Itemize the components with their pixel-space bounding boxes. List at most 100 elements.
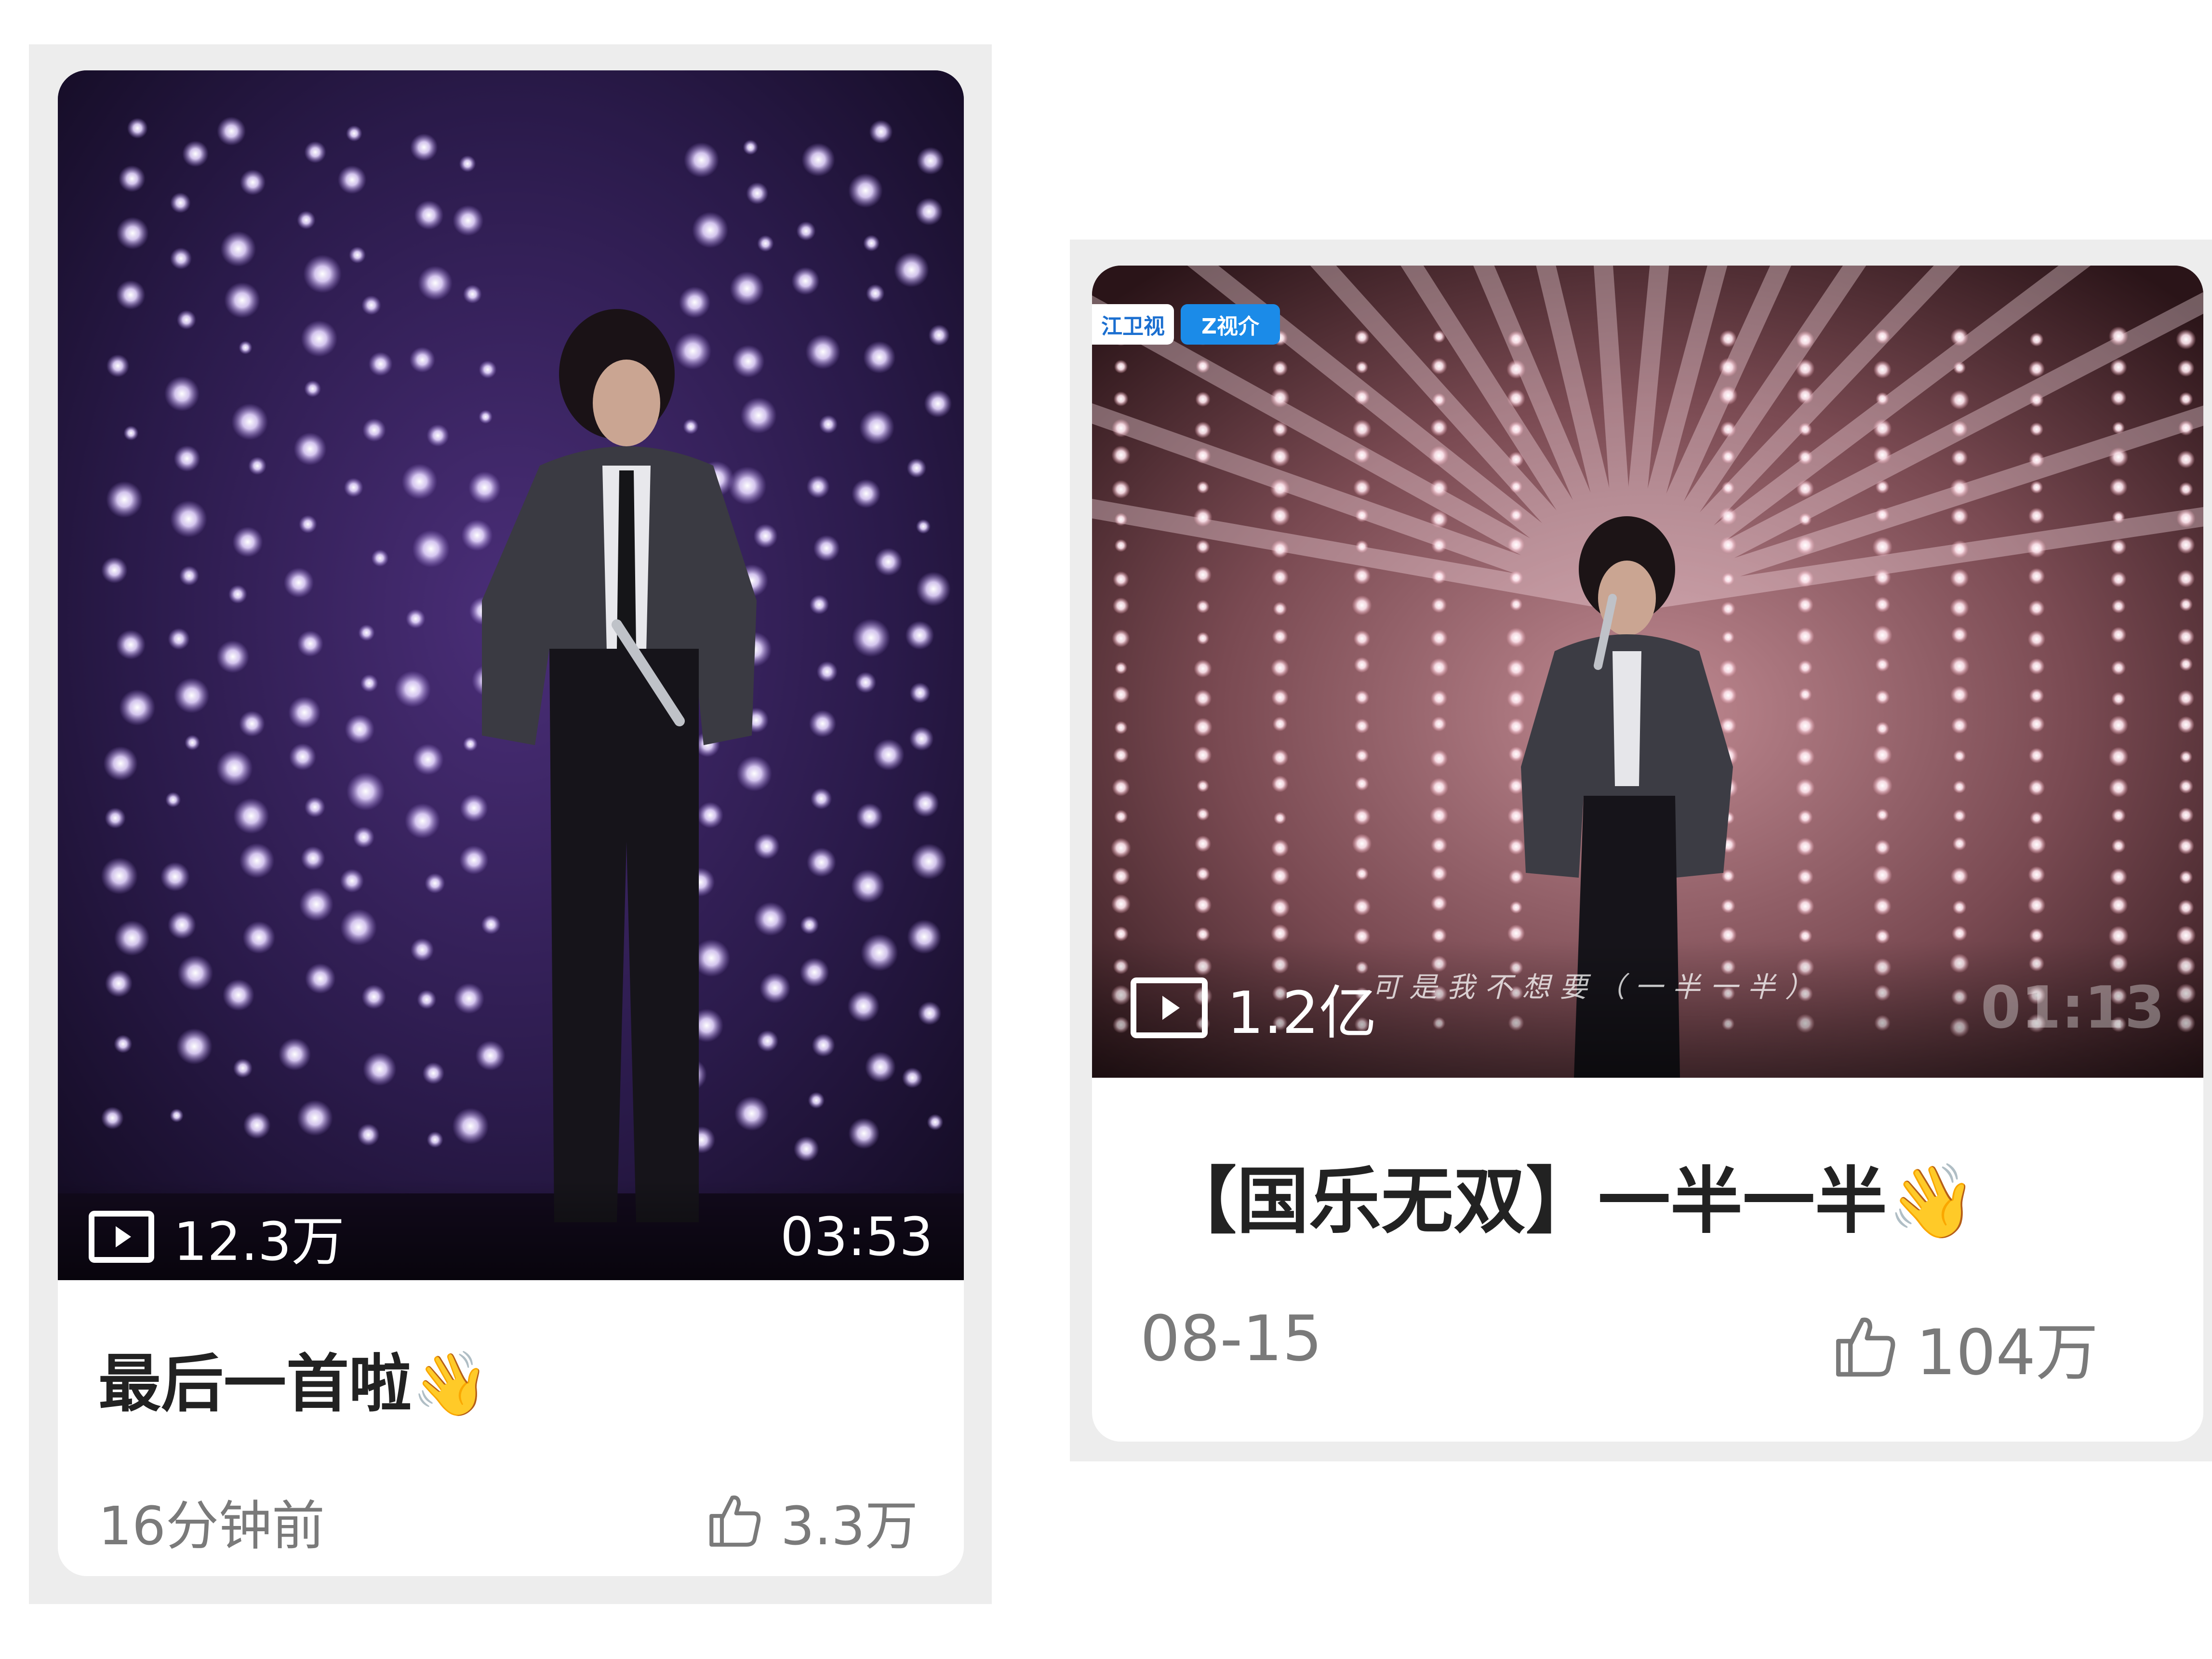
stage-light (452, 1108, 489, 1145)
stage-light (1196, 779, 1210, 792)
stage-light (1796, 748, 1815, 767)
stage-light (1193, 718, 1213, 737)
stage-light (173, 445, 200, 472)
stage-light (349, 246, 366, 264)
stage-light (101, 1107, 124, 1130)
video-title[interactable]: 最后一首啦👋 (98, 1333, 490, 1424)
stage-light (216, 640, 250, 673)
stage-light (1796, 331, 1814, 349)
stage-light (1953, 749, 1966, 763)
stage-light (453, 983, 485, 1014)
stage-light (1114, 810, 1128, 824)
stage-light (1196, 927, 1210, 942)
stage-light (409, 347, 435, 373)
stage-light (228, 585, 247, 604)
stage-light (459, 845, 489, 875)
stage-light (874, 548, 903, 576)
stage-light (168, 910, 196, 939)
stage-light (674, 332, 712, 370)
stage-light (1355, 508, 1369, 522)
stage-light (1431, 597, 1447, 613)
stage-light (1430, 358, 1448, 375)
stage-light (791, 267, 820, 295)
stage-light (357, 1124, 380, 1146)
stage-light (353, 826, 374, 848)
stage-light (114, 920, 150, 956)
stage-light (185, 735, 200, 750)
stage-light (918, 1001, 942, 1025)
stage-light (1352, 419, 1372, 439)
stage-light (2177, 536, 2195, 554)
stage-light (1196, 807, 1210, 821)
video-card-2[interactable]: 江卫视 Z视介 可是我不想要（一半一半） 1.2亿 01:13 【国乐无双】一半… (1092, 266, 2203, 1442)
stage-light (303, 254, 342, 294)
thumbs-up-icon (709, 1495, 761, 1547)
stage-light (855, 671, 877, 693)
thumbnail-overlay-1: 12.3万 03:53 (58, 1203, 964, 1272)
stage-light (103, 746, 138, 781)
video-card-1[interactable]: 12.3万 03:53 最后一首啦👋 16分钟前 3.3万 (58, 70, 964, 1576)
stage-light (1430, 510, 1448, 528)
stage-light (2030, 481, 2043, 494)
stage-light (912, 790, 939, 817)
stage-light (2028, 508, 2045, 524)
stage-light (1355, 361, 1369, 374)
stage-light (1195, 391, 1211, 407)
stage-light (1796, 535, 1815, 555)
play-icon (89, 1211, 154, 1263)
view-count: 12.3万 (173, 1211, 345, 1272)
stage-light (806, 847, 836, 877)
stage-light (1951, 449, 1968, 467)
stage-light (732, 345, 765, 378)
stage-light (2029, 392, 2044, 407)
stage-light (410, 938, 434, 962)
stage-light (418, 266, 453, 301)
stage-light (893, 252, 929, 288)
stage-light (1113, 571, 1129, 588)
stage-light (1950, 598, 1969, 617)
stage-light (304, 141, 326, 163)
stage-light (301, 320, 338, 357)
stage-light (1951, 420, 1968, 437)
stage-light (1507, 838, 1525, 855)
stage-light (475, 1040, 506, 1071)
stage-light (1876, 392, 1889, 406)
video-thumbnail-2[interactable]: 江卫视 Z视介 可是我不想要（一半一半） 1.2亿 01:13 (1092, 266, 2203, 1078)
video-title[interactable]: 【国乐无双】一半一半👋 (1164, 1143, 1977, 1247)
stage-light (170, 247, 192, 269)
stage-light (168, 628, 190, 650)
like-button[interactable]: 3.3万 (704, 1483, 918, 1560)
stage-light (697, 802, 723, 829)
like-button[interactable]: 104万 (1829, 1302, 2098, 1392)
stage-light (176, 1028, 213, 1065)
stage-light (2028, 716, 2045, 733)
stage-light (736, 756, 773, 791)
stage-light (1270, 478, 1290, 498)
stage-light (683, 418, 699, 434)
stage-light (866, 284, 885, 303)
stage-light (2111, 692, 2126, 706)
stage-light (809, 594, 829, 615)
stage-light (1798, 422, 1812, 436)
stage-light (2108, 715, 2129, 735)
stage-light (856, 803, 883, 830)
stage-light (401, 464, 438, 499)
stage-light (1720, 421, 1736, 438)
stage-light (2177, 628, 2195, 646)
stage-light (730, 271, 764, 306)
video-thumbnail-1[interactable]: 12.3万 03:53 (58, 70, 964, 1280)
stage-light (805, 334, 840, 370)
stage-light (2028, 748, 2045, 763)
stage-light (240, 169, 266, 196)
stage-light (2028, 452, 2045, 468)
stage-light (1508, 421, 1524, 437)
stage-light (2177, 450, 2195, 468)
stage-light (101, 557, 128, 584)
stage-light (1353, 897, 1371, 916)
stage-light (1873, 897, 1892, 915)
stage-light (1796, 480, 1814, 498)
stage-light (865, 1051, 896, 1083)
stage-light (460, 794, 488, 822)
stage-light (173, 678, 210, 713)
stage-light (1113, 391, 1129, 407)
